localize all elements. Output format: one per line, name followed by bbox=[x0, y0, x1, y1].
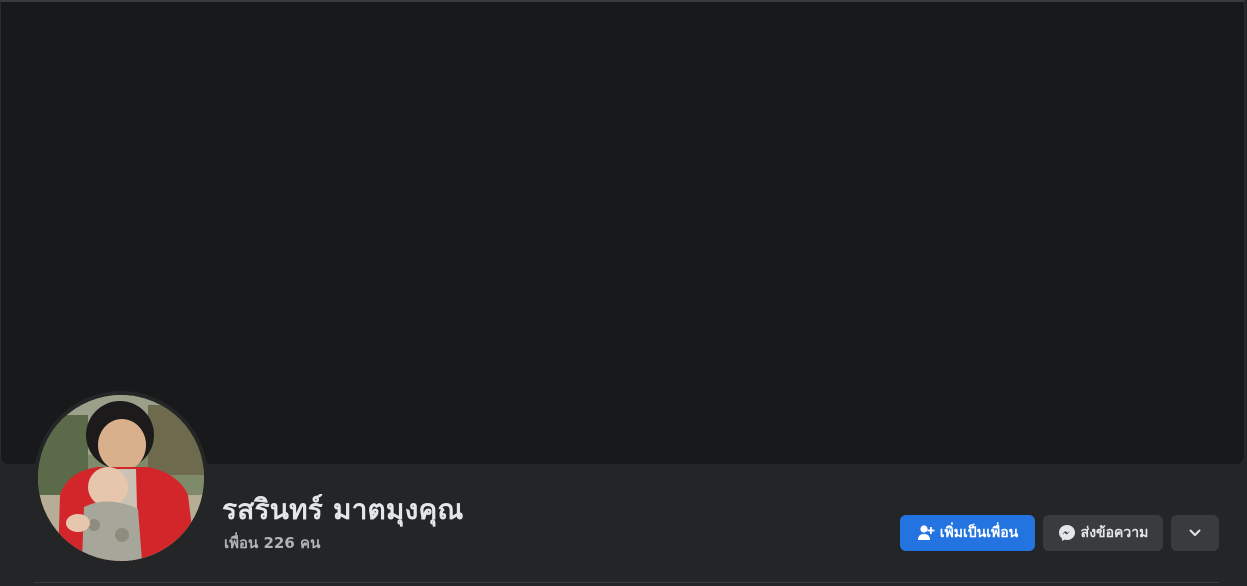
profile-header-divider bbox=[34, 582, 1219, 583]
chevron-down-icon bbox=[1186, 524, 1204, 542]
friends-count[interactable]: เพื่อน 226 คน bbox=[224, 531, 320, 555]
profile-page: รสรินทร์ มาตมุงคุณ เพื่อน 226 คน เพิ่มเป… bbox=[0, 0, 1247, 586]
profile-picture-image bbox=[38, 395, 204, 561]
cover-photo-area[interactable] bbox=[0, 0, 1245, 464]
send-message-button[interactable]: ส่งข้อความ bbox=[1043, 515, 1163, 551]
add-friend-icon bbox=[917, 524, 935, 542]
more-options-button[interactable] bbox=[1171, 515, 1219, 551]
messenger-icon bbox=[1058, 524, 1076, 542]
profile-picture-frame[interactable] bbox=[34, 391, 208, 565]
friends-count-label[interactable]: เพื่อน 226 คน bbox=[224, 534, 320, 552]
add-friend-button[interactable]: เพิ่มเป็นเพื่อน bbox=[900, 515, 1035, 551]
profile-picture[interactable] bbox=[38, 395, 204, 561]
add-friend-label: เพิ่มเป็นเพื่อน bbox=[939, 525, 1019, 541]
profile-name: รสรินทร์ มาตมุงคุณ bbox=[222, 493, 464, 526]
send-message-label: ส่งข้อความ bbox=[1080, 525, 1149, 541]
